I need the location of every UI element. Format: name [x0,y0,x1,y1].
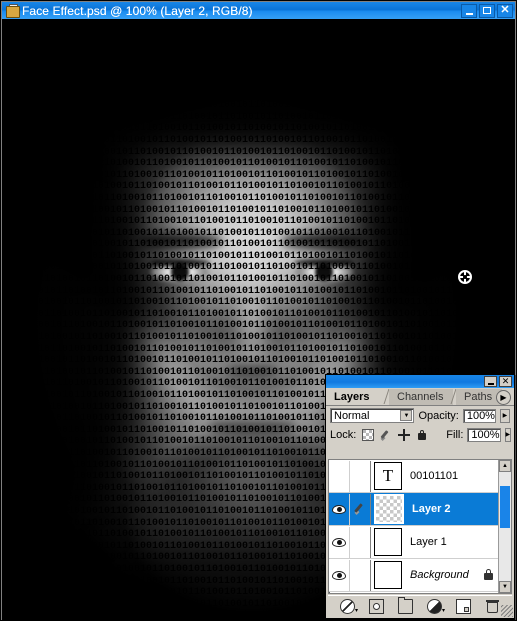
lock-image-pixels-icon[interactable] [380,429,392,441]
table-row[interactable]: T 00101101 [329,460,511,493]
layer-thumbnail-transparent[interactable] [373,493,405,525]
crosshair-target-cursor [458,270,472,284]
document-titlebar[interactable]: Face Effect.psd @ 100% (Layer 2, RGB/8) … [2,2,515,19]
type-layer-T-icon: T [382,466,394,485]
layer-thumbnail-color-portrait[interactable] [374,561,402,589]
layer-link-cell[interactable] [350,460,371,492]
new-layer-button[interactable] [456,598,471,614]
layer-visibility-cell[interactable] [329,460,350,492]
new-adjustment-layer-button[interactable]: ▾ [427,598,445,614]
layer-link-cell[interactable] [350,559,371,591]
layer-thumbnail-text[interactable]: T [374,462,402,490]
layer-visibility-cell[interactable] [329,493,350,525]
layer-thumbnail-gray-portrait[interactable] [374,528,402,556]
palette-tabs: Layers Channels Paths ▶ [326,388,514,406]
lock-fill-row: Lock: Fill: 100% ▶ [326,425,514,444]
lock-all-icon[interactable] [416,429,428,441]
opacity-slider-arrow-icon[interactable]: ▶ [499,408,510,423]
eye-icon[interactable] [332,537,346,547]
eye-icon[interactable] [332,570,346,580]
brush-icon [354,503,366,515]
layer-name[interactable]: Layer 1 [410,536,447,548]
layer-list[interactable]: T 00101101 Layer 2 Layer 1 Background ▲ … [328,459,512,594]
layer-visibility-cell[interactable] [329,559,350,591]
opacity-input[interactable]: 100% [462,408,496,423]
lock-label: Lock: [330,428,357,441]
palette-minimize-button[interactable] [484,376,497,387]
tab-layers[interactable]: Layers [326,389,386,405]
layer-link-cell[interactable] [350,526,371,558]
fill-label: Fill: [446,428,464,441]
scroll-up-button[interactable]: ▲ [499,460,511,472]
layer-style-fx-button[interactable]: ▾ [340,598,358,614]
delete-layer-button[interactable] [485,599,500,614]
window-controls: ✕ [461,3,513,18]
tab-channels[interactable]: Channels [389,389,453,405]
palette-titlebar[interactable]: ✕ [326,375,514,388]
opacity-label: Opacity: [418,409,459,422]
layer-visibility-cell[interactable] [329,526,350,558]
document-title: Face Effect.psd @ 100% (Layer 2, RGB/8) [22,3,253,18]
maximize-button[interactable] [479,3,495,18]
table-row[interactable]: Layer 1 [329,526,511,559]
layers-palette: ✕ Layers Channels Paths ▶ Normal ▼ Opaci… [325,374,515,619]
palette-bottom-toolbar: ▾ ▾ [328,595,512,616]
lock-transparent-pixels-icon[interactable] [362,428,375,441]
scroll-down-button[interactable]: ▼ [499,581,511,593]
blend-mode-value: Normal [334,409,370,422]
scrollbar-thumb[interactable] [500,486,510,528]
fill-slider-arrow-icon[interactable]: ▶ [504,427,512,442]
resize-grip[interactable] [501,605,513,617]
eye-icon[interactable] [332,504,346,514]
new-group-folder-button[interactable] [398,596,413,614]
layer-link-cell[interactable] [350,493,371,525]
table-row[interactable]: Layer 2 [329,493,511,526]
layer-name[interactable]: 00101101 [410,470,458,482]
layer-locked-icon [484,569,493,580]
blend-opacity-row: Normal ▼ Opacity: 100% ▶ [326,406,514,425]
psd-document-icon [6,4,20,18]
layer-list-scrollbar[interactable]: ▲ ▼ [498,460,511,593]
layer-name[interactable]: Layer 2 [412,503,451,515]
minimize-button[interactable] [461,3,477,18]
add-layer-mask-button[interactable] [369,598,384,614]
palette-close-button[interactable]: ✕ [499,376,512,387]
palette-menu-icon[interactable]: ▶ [496,390,511,405]
blend-mode-select[interactable]: Normal ▼ [330,408,415,423]
lock-position-icon[interactable] [398,428,411,441]
chevron-down-icon[interactable]: ▼ [400,410,413,421]
table-row[interactable]: Background [329,559,511,592]
fill-input[interactable]: 100% [467,427,501,442]
layer-name[interactable]: Background [410,569,469,581]
close-button[interactable]: ✕ [497,3,513,18]
lock-buttons [362,428,428,441]
